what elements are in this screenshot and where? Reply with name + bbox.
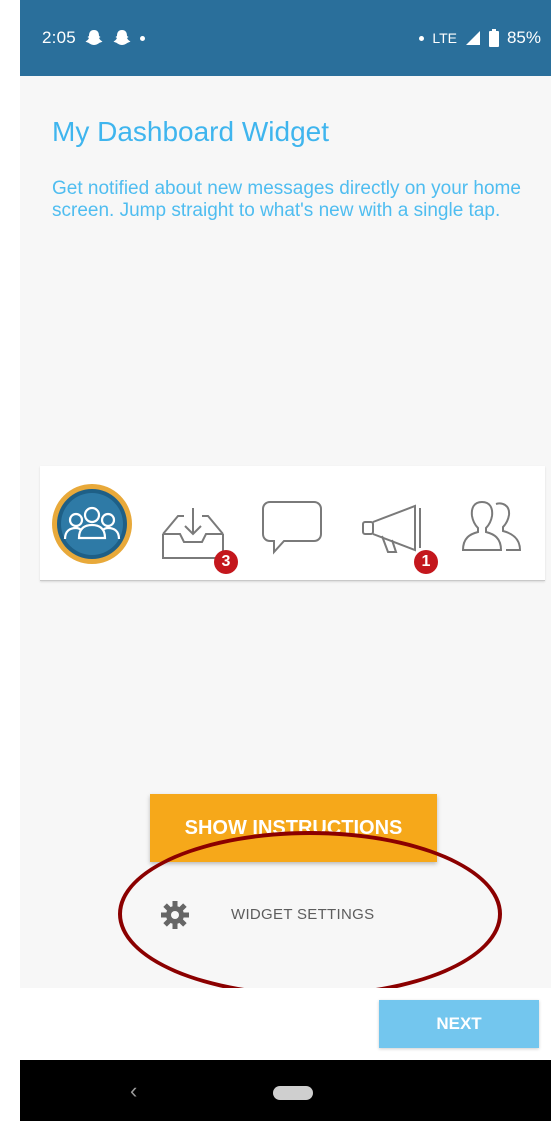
footer-bar: NEXT [20,988,551,1060]
status-time: 2:05 [42,28,76,47]
inbox-badge: 3 [214,550,238,574]
announcements-badge: 1 [414,550,438,574]
megaphone-icon [362,504,421,553]
snapchat-notification-icon [85,30,103,45]
people-icon [461,500,522,551]
home-pill-icon[interactable] [273,1086,313,1100]
page-title: My Dashboard Widget [52,116,330,147]
widget-preview: 3 1 [40,466,545,581]
widget-settings-link[interactable]: WIDGET SETTINGS [160,900,460,930]
widget-settings-label: WIDGET SETTINGS [231,906,375,923]
chat-bubble-icon [262,501,322,555]
groups-icon [52,484,132,564]
main-content: My Dashboard Widget Get notified about n… [20,76,551,997]
page-description: Get notified about new messages directly… [52,178,521,221]
show-instructions-button[interactable]: SHOW INSTRUCTIONS [150,794,437,862]
network-type: LTE [432,30,457,46]
next-button[interactable]: NEXT [379,1000,539,1048]
status-bar: 2:05 LTE 85% [20,0,551,76]
back-icon[interactable]: ‹ [130,1078,137,1104]
more-notifications-dot [139,35,145,41]
indicator-dot [419,35,425,41]
system-navigation-bar: ‹ [20,1060,551,1121]
snapchat-notification-icon-2 [113,30,131,45]
battery-icon [488,29,499,47]
gear-icon [161,901,189,929]
signal-icon [465,31,480,45]
status-bar-right: LTE 85% [419,28,541,48]
battery-percent: 85% [506,28,541,47]
status-bar-left: 2:05 [42,28,145,48]
